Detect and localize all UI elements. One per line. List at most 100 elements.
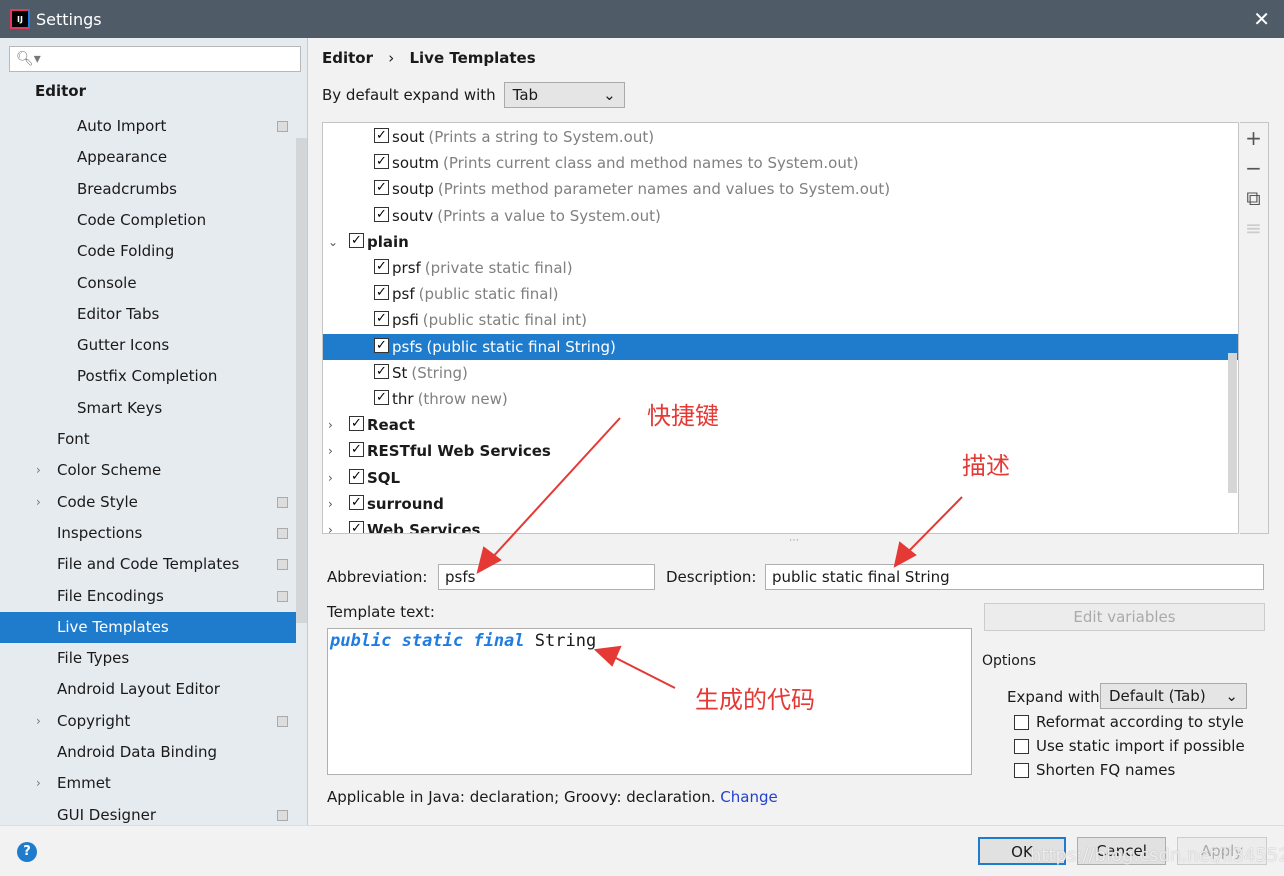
breadcrumb-separator: › [388, 49, 395, 67]
remove-icon[interactable]: − [1240, 153, 1267, 183]
help-icon[interactable]: ? [17, 842, 37, 862]
close-icon[interactable]: ✕ [1253, 7, 1270, 31]
chevron-right-icon[interactable]: › [328, 465, 333, 491]
sidebar-item[interactable]: File and Code Templates [0, 549, 296, 580]
sidebar-item[interactable]: Code Folding [0, 236, 296, 267]
template-row[interactable]: ✓ psf (public static final) [323, 281, 1238, 307]
sidebar-item[interactable]: Font [0, 424, 296, 455]
sidebar-item[interactable]: Live Templates [0, 611, 296, 643]
checkbox[interactable]: ✓ [374, 337, 389, 353]
keyword: static [401, 631, 464, 651]
annotation-shortcut: 快捷键 [647, 402, 719, 430]
chevron-right-icon[interactable]: › [36, 487, 41, 518]
sidebar-item[interactable]: Gutter Icons [0, 330, 296, 361]
sidebar-item[interactable]: Console [0, 268, 296, 299]
shorten-fq-checkbox[interactable]: Shorten FQ names [1014, 761, 1175, 779]
template-name: SQL [367, 468, 401, 487]
checkbox[interactable]: ✓ [349, 416, 364, 432]
sidebar-item-label: Gutter Icons [77, 336, 170, 355]
add-icon[interactable]: + [1240, 123, 1267, 153]
sidebar-item[interactable]: Breadcrumbs [0, 174, 296, 205]
sidebar-item[interactable]: Code Completion [0, 205, 296, 236]
chevron-right-icon[interactable]: › [328, 491, 333, 517]
reformat-checkbox[interactable]: Reformat according to style [1014, 713, 1244, 731]
expand-with-select[interactable]: Default (Tab) ⌄ [1100, 683, 1247, 709]
chevron-right-icon[interactable]: › [328, 517, 333, 533]
search-input[interactable]: 🔍︎▾ [9, 46, 301, 72]
edit-variables-button[interactable]: Edit variables [984, 603, 1265, 631]
abbreviation-input[interactable]: psfs [438, 564, 655, 590]
checkbox[interactable]: ✓ [374, 154, 389, 170]
template-name: soutm [392, 154, 439, 173]
checkbox[interactable]: ✓ [349, 494, 364, 510]
template-row[interactable]: ✓ St (String) [323, 360, 1238, 386]
sidebar-item[interactable]: Inspections [0, 518, 296, 549]
sidebar-item[interactable]: › Code Style [0, 487, 296, 518]
chevron-right-icon[interactable]: › [328, 412, 333, 438]
splitter-handle[interactable]: ⋯ [789, 535, 799, 546]
chevron-down-icon: ⌄ [603, 86, 616, 104]
template-row[interactable]: ✓ psfs (public static final String) [323, 333, 1238, 360]
template-group-row[interactable]: › ✓ RESTful Web Services [323, 438, 1238, 464]
sidebar-item[interactable]: › Copyright [0, 706, 296, 737]
change-link[interactable]: Change [720, 788, 777, 806]
sidebar-item[interactable]: Android Data Binding [0, 737, 296, 768]
sidebar-item[interactable]: File Encodings [0, 581, 296, 612]
apply-button[interactable]: Apply [1177, 837, 1267, 865]
chevron-right-icon[interactable]: › [36, 768, 41, 799]
static-import-checkbox[interactable]: Use static import if possible [1014, 737, 1245, 755]
template-name: psf [392, 285, 415, 304]
sidebar-scrollbar[interactable] [296, 138, 307, 623]
sidebar-item[interactable]: › Emmet [0, 768, 296, 799]
template-row[interactable]: ✓ sout (Prints a string to System.out) [323, 124, 1238, 150]
sidebar-item[interactable]: Android Layout Editor [0, 674, 296, 705]
template-row[interactable]: ✓ soutv (Prints a value to System.out) [323, 203, 1238, 229]
description-input[interactable]: public static final String [765, 564, 1264, 590]
sidebar-item[interactable]: Postfix Completion [0, 361, 296, 392]
sidebar-item-label: Inspections [57, 523, 143, 542]
template-text-editor[interactable]: public static final String [327, 628, 972, 775]
checkbox[interactable]: ✓ [349, 468, 364, 484]
checkbox[interactable]: ✓ [374, 311, 389, 327]
template-row[interactable]: ✓ prsf (private static final) [323, 255, 1238, 281]
checkbox[interactable]: ✓ [374, 285, 389, 301]
sidebar-item[interactable]: File Types [0, 643, 296, 674]
checkbox[interactable]: ✓ [374, 206, 389, 222]
sidebar-item[interactable]: Smart Keys [0, 393, 296, 424]
sidebar-item[interactable]: Auto Import [0, 111, 296, 142]
checkbox[interactable]: ✓ [374, 128, 389, 143]
template-row[interactable]: ✓ thr (throw new) [323, 386, 1238, 412]
template-row[interactable]: ✓ soutm (Prints current class and method n… [323, 150, 1238, 176]
chevron-right-icon[interactable]: › [328, 438, 333, 464]
template-group-row[interactable]: › ✓ React [323, 412, 1238, 438]
template-group-row[interactable]: › ✓ Web Services [323, 517, 1238, 533]
sidebar-item[interactable]: Appearance [0, 142, 296, 173]
template-group-row[interactable]: ⌄ ✓ plain [323, 229, 1238, 255]
default-expand-select[interactable]: Tab ⌄ [503, 82, 625, 108]
sidebar-section-editor[interactable]: Editor [0, 76, 296, 107]
copy-icon[interactable]: ⧉ [1240, 183, 1267, 213]
checkbox[interactable]: ✓ [349, 442, 364, 458]
chevron-right-icon[interactable]: › [36, 455, 41, 486]
chevron-down-icon[interactable]: ⌄ [328, 229, 338, 255]
template-group-row[interactable]: › ✓ SQL [323, 465, 1238, 491]
template-group-row[interactable]: › ✓ surround [323, 491, 1238, 517]
sidebar-item[interactable]: › Color Scheme [0, 455, 296, 486]
template-row[interactable]: ✓ psfi (public static final int) [323, 307, 1238, 333]
restore-icon[interactable]: ≡ [1240, 213, 1267, 243]
template-row[interactable]: ✓ soutp (Prints method parameter names and… [323, 176, 1238, 202]
chevron-right-icon[interactable]: › [36, 706, 41, 737]
checkbox[interactable]: ✓ [349, 521, 364, 533]
ok-button[interactable]: OK [978, 837, 1066, 865]
sidebar-item[interactable]: Editor Tabs [0, 299, 296, 330]
checkbox[interactable]: ✓ [374, 363, 389, 379]
checkbox[interactable]: ✓ [374, 259, 389, 274]
cancel-button[interactable]: Cancel [1077, 837, 1166, 865]
tree-scrollbar[interactable] [1228, 353, 1237, 493]
sidebar-item-label: Breadcrumbs [77, 179, 177, 198]
breadcrumb: Editor › Live Templates [322, 49, 536, 67]
checkbox[interactable]: ✓ [349, 232, 364, 248]
checkbox[interactable]: ✓ [374, 390, 389, 405]
checkbox[interactable]: ✓ [374, 180, 389, 196]
static-import-label: Use static import if possible [1036, 737, 1245, 755]
